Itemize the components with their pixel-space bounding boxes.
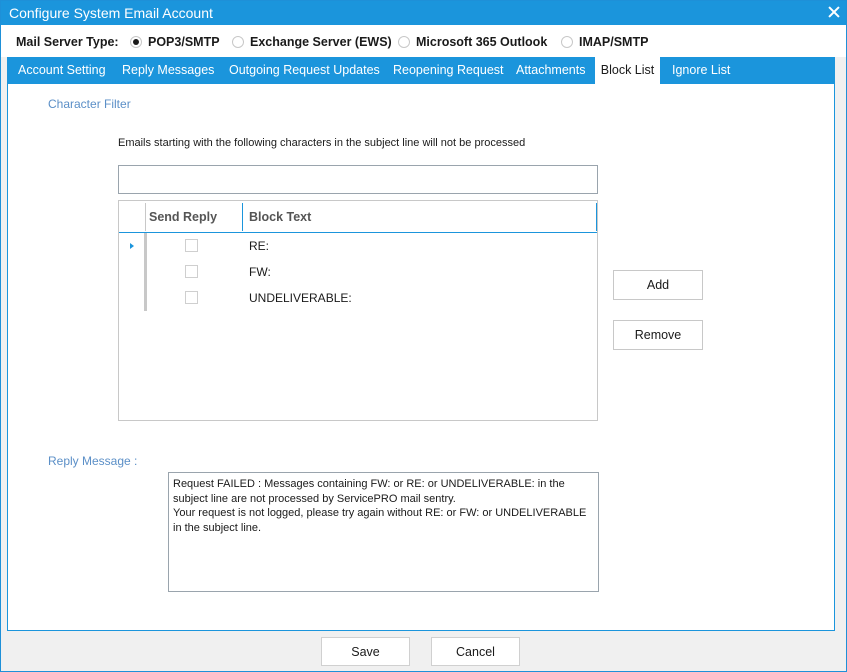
radio-label: POP3/SMTP — [148, 35, 220, 49]
close-icon[interactable] — [826, 4, 842, 20]
tab-bar: Account Setting Reply Messages Outgoing … — [7, 57, 835, 84]
table-row[interactable]: FW: — [147, 259, 597, 285]
mail-server-type-label: Mail Server Type: — [16, 35, 119, 49]
character-filter-title: Character Filter — [48, 97, 131, 111]
tab-reopening-request[interactable]: Reopening Request — [393, 57, 504, 84]
send-reply-checkbox[interactable] — [185, 291, 198, 304]
current-row-arrow-icon — [130, 243, 134, 249]
window-title: Configure System Email Account — [9, 5, 213, 21]
radio-pop3-smtp[interactable]: POP3/SMTP — [130, 35, 220, 49]
tab-block-list[interactable]: Block List — [595, 57, 660, 84]
tab-reply-messages[interactable]: Reply Messages — [122, 57, 214, 84]
radio-empty-icon — [232, 36, 244, 48]
send-reply-checkbox[interactable] — [185, 265, 198, 278]
character-filter-input[interactable] — [118, 165, 598, 194]
add-button[interactable]: Add — [613, 270, 703, 300]
radio-empty-icon — [561, 36, 573, 48]
reply-message-text: Request FAILED : Messages containing FW:… — [173, 478, 587, 534]
radio-exchange-ews[interactable]: Exchange Server (EWS) — [232, 35, 392, 49]
send-reply-checkbox[interactable] — [185, 239, 198, 252]
radio-selected-icon — [130, 36, 142, 48]
title-bar: Configure System Email Account — [1, 1, 846, 25]
radio-microsoft-365[interactable]: Microsoft 365 Outlook — [398, 35, 547, 49]
tab-attachments[interactable]: Attachments — [516, 57, 585, 84]
column-header-send-reply[interactable]: Send Reply — [149, 201, 217, 233]
column-separator — [145, 203, 146, 231]
column-separator — [596, 203, 597, 231]
tab-ignore-list[interactable]: Ignore List — [672, 57, 730, 84]
remove-button[interactable]: Remove — [613, 320, 703, 350]
filter-hint-text: Emails starting with the following chara… — [118, 137, 526, 149]
grid-header: Send Reply Block Text — [119, 201, 597, 233]
block-list-grid: Send Reply Block Text RE: FW: UNDELIVERA… — [118, 200, 598, 421]
column-separator — [242, 203, 243, 231]
configure-email-dialog: Configure System Email Account Mail Serv… — [0, 0, 847, 672]
block-list-panel: Character Filter Emails starting with th… — [7, 84, 835, 631]
radio-empty-icon — [398, 36, 410, 48]
block-text-cell: UNDELIVERABLE: — [249, 291, 352, 305]
row-indicator — [119, 233, 146, 311]
reply-message-textarea[interactable]: Request FAILED : Messages containing FW:… — [168, 472, 599, 592]
radio-label: Exchange Server (EWS) — [250, 35, 392, 49]
radio-label: Microsoft 365 Outlook — [416, 35, 548, 49]
reply-message-label: Reply Message : — [48, 454, 138, 468]
block-text-cell: RE: — [249, 239, 270, 253]
radio-label: IMAP/SMTP — [579, 35, 649, 49]
cancel-button[interactable]: Cancel — [431, 637, 520, 666]
tab-outgoing-request-updates[interactable]: Outgoing Request Updates — [229, 57, 380, 84]
column-header-block-text[interactable]: Block Text — [249, 201, 311, 233]
mail-server-type-row: Mail Server Type: POP3/SMTP Exchange Ser… — [1, 25, 846, 57]
radio-imap-smtp[interactable]: IMAP/SMTP — [561, 35, 648, 49]
tab-account-setting[interactable]: Account Setting — [18, 57, 106, 84]
table-row[interactable]: UNDELIVERABLE: — [147, 285, 597, 311]
block-text-cell: FW: — [249, 265, 271, 279]
save-button[interactable]: Save — [321, 637, 410, 666]
table-row[interactable]: RE: — [147, 233, 597, 259]
